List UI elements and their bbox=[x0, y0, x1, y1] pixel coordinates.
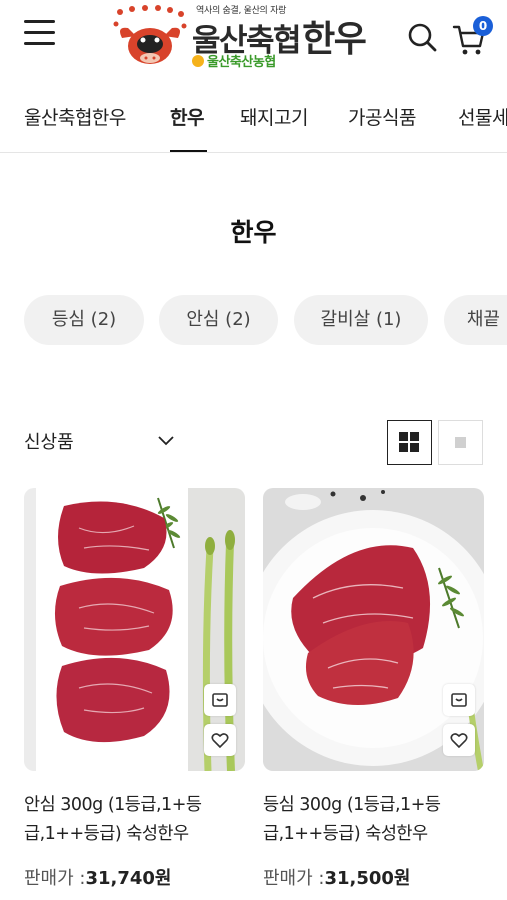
category-tab-hanwoo[interactable]: 한우 bbox=[170, 103, 204, 130]
chip-galbisal[interactable]: 갈비살 (1) bbox=[294, 295, 428, 345]
menu-icon[interactable] bbox=[24, 20, 56, 48]
price-value: 31,500원 bbox=[324, 868, 411, 889]
chip-chaekkeut[interactable]: 채끝 (1) bbox=[444, 295, 507, 345]
single-view-icon bbox=[455, 437, 466, 448]
cart-button[interactable]: 0 bbox=[452, 16, 494, 56]
heart-icon bbox=[211, 733, 229, 749]
logo-subtitle: 울산축산농협 bbox=[192, 51, 276, 70]
price-label: 판매가 : bbox=[24, 868, 86, 889]
category-nav: 울산축협한우 한우 돼지고기 가공식품 선물세트 bbox=[0, 95, 507, 153]
category-tab-gift-set[interactable]: 선물세트 bbox=[458, 103, 507, 130]
price-value: 31,740원 bbox=[85, 868, 172, 889]
cow-logo-icon bbox=[113, 5, 187, 64]
logo[interactable]: 역사의 숨결, 울산의 자랑 울산축협한우 울산축산농협 bbox=[112, 2, 400, 74]
search-button[interactable] bbox=[407, 22, 439, 54]
chip-deungsim[interactable]: 등심 (2) bbox=[24, 295, 144, 345]
active-tab-indicator bbox=[170, 150, 207, 152]
single-view-button[interactable] bbox=[438, 420, 483, 465]
product-price: 판매가 :31,500원 bbox=[263, 864, 411, 890]
subcategory-chips: 등심 (2) 안심 (2) 갈비살 (1) 채끝 (1) bbox=[0, 295, 507, 345]
cart-add-icon bbox=[212, 693, 228, 707]
search-icon bbox=[408, 23, 437, 52]
grid-view-icon bbox=[399, 432, 419, 452]
product-price: 판매가 :31,740원 bbox=[24, 864, 172, 890]
logo-title-accent: 한우 bbox=[302, 18, 367, 60]
chip-ansim[interactable]: 안심 (2) bbox=[159, 295, 278, 345]
add-to-cart-button[interactable] bbox=[204, 684, 236, 716]
grid-view-button[interactable] bbox=[387, 420, 432, 465]
product-image[interactable] bbox=[263, 488, 484, 771]
sort-label: 신상품 bbox=[24, 432, 74, 453]
cart-count-badge: 0 bbox=[473, 16, 493, 36]
chevron-down-icon bbox=[158, 436, 174, 446]
page-title: 한우 bbox=[230, 218, 277, 247]
category-tab-pork[interactable]: 돼지고기 bbox=[240, 103, 308, 130]
category-tab-processed[interactable]: 가공식품 bbox=[348, 103, 416, 130]
product-card[interactable]: 안심 300g (1등급,1+등급,1++등급) 숙성한우 판매가 :31,74… bbox=[24, 488, 245, 889]
product-card[interactable]: 등심 300g (1등급,1+등급,1++등급) 숙성한우 판매가 :31,50… bbox=[263, 488, 484, 889]
price-label: 판매가 : bbox=[263, 868, 325, 889]
heart-icon bbox=[450, 733, 468, 749]
logo-sub-text: 울산축산농협 bbox=[207, 55, 276, 70]
add-to-cart-button[interactable] bbox=[443, 684, 475, 716]
category-tab-ulsan-hanwoo[interactable]: 울산축협한우 bbox=[24, 103, 126, 130]
wishlist-button[interactable] bbox=[443, 724, 475, 756]
header: 역사의 숨결, 울산의 자랑 울산축협한우 울산축산농협 0 bbox=[0, 0, 507, 78]
product-name[interactable]: 등심 300g (1등급,1+등급,1++등급) 숙성한우 bbox=[263, 791, 484, 849]
product-image[interactable] bbox=[24, 488, 245, 771]
product-name[interactable]: 안심 300g (1등급,1+등급,1++등급) 숙성한우 bbox=[24, 791, 245, 849]
cart-add-icon bbox=[451, 693, 467, 707]
logo-sub-mark-icon bbox=[192, 55, 204, 67]
sort-dropdown[interactable]: 신상품 bbox=[24, 428, 179, 458]
wishlist-button[interactable] bbox=[204, 724, 236, 756]
